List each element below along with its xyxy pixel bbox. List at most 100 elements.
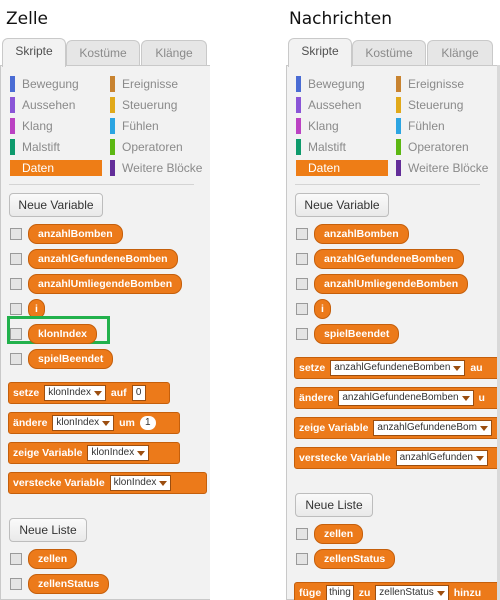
list-reporter[interactable]: zellenStatus <box>314 549 396 569</box>
tab-kostueme[interactable]: Kostüme <box>66 40 140 65</box>
variable-reporter[interactable]: anzahlBomben <box>28 224 123 244</box>
variable-dropdown[interactable]: anzahlGefundeneBomben <box>330 360 466 377</box>
category-color-swatch <box>296 76 301 92</box>
block-label: auf <box>110 387 127 399</box>
category-color-swatch <box>296 139 301 155</box>
new-list-button[interactable]: Neue Liste <box>295 493 373 517</box>
value-input[interactable]: 1 <box>139 416 156 431</box>
new-variable-button[interactable]: Neue Variable <box>295 193 389 217</box>
list-reporter[interactable]: zellenStatus <box>28 574 110 594</box>
variable-reporter[interactable]: i <box>314 299 331 319</box>
list-reporter[interactable]: zellen <box>314 524 364 544</box>
new-variable-button[interactable]: Neue Variable <box>9 193 103 217</box>
block-label: um <box>119 417 135 429</box>
tab-klaenge[interactable]: Klänge <box>427 40 493 65</box>
list-checkbox[interactable] <box>10 553 22 565</box>
set-variable-block[interactable]: setze anzahlGefundeneBomben au <box>294 357 500 379</box>
category-color-swatch <box>10 97 15 113</box>
tab-skripte[interactable]: Skripte <box>2 38 66 67</box>
block-label: verstecke Variable <box>13 477 105 489</box>
show-variable-block[interactable]: zeige Variable klonIndex <box>8 442 180 464</box>
variable-dropdown[interactable]: klonIndex <box>109 475 172 492</box>
divider <box>9 184 194 185</box>
block-label: ändere <box>13 417 48 429</box>
hide-variable-block[interactable]: verstecke Variable klonIndex <box>8 472 207 494</box>
category-color-swatch <box>10 118 15 134</box>
tab-skripte[interactable]: Skripte <box>288 38 352 67</box>
variable-dropdown[interactable]: klonIndex <box>44 385 106 402</box>
variable-dropdown[interactable]: klonIndex <box>52 415 115 432</box>
category-color-swatch <box>110 118 115 134</box>
variable-dropdown[interactable]: klonIndex <box>87 445 150 462</box>
variable-dropdown[interactable]: anzahlGefundeneBom <box>373 420 492 437</box>
block-label: au <box>470 362 483 374</box>
variable-reporter[interactable]: anzahlUmliegendeBomben <box>314 274 469 294</box>
variable-checkbox[interactable] <box>296 228 308 240</box>
list-reporter[interactable]: zellen <box>28 549 78 569</box>
value-input[interactable]: 0 <box>131 385 146 402</box>
category-color-swatch <box>296 97 301 113</box>
category-color-swatch <box>396 139 401 155</box>
blocks-palette-left: Skripte Kostüme Klänge Bewegung Ereignis… <box>0 38 210 600</box>
variable-checkbox[interactable] <box>10 303 22 315</box>
tab-bar: Skripte Kostüme Klänge <box>0 38 210 67</box>
show-variable-block[interactable]: zeige Variable anzahlGefundeneBom <box>294 417 500 439</box>
sprite-title: Nachrichten <box>289 9 392 29</box>
block-label: zu <box>358 587 371 599</box>
variable-reporter[interactable]: anzahlBomben <box>314 224 409 244</box>
tab-klaenge[interactable]: Klänge <box>141 40 207 65</box>
value-input[interactable]: thing <box>326 585 354 600</box>
variable-reporter[interactable]: spielBeendet <box>28 349 114 369</box>
variable-dropdown[interactable]: anzahlGefunden <box>395 450 488 467</box>
sprite-title: Zelle <box>6 9 49 29</box>
variable-dropdown[interactable]: anzahlGefundeneBomben <box>338 390 474 407</box>
change-variable-block[interactable]: ändere klonIndex um 1 <box>8 412 180 434</box>
list-dropdown[interactable]: zellenStatus <box>375 585 449 600</box>
list-checkbox[interactable] <box>296 528 308 540</box>
variable-reporter[interactable]: anzahlGefundeneBomben <box>28 249 178 269</box>
variable-checkbox[interactable] <box>296 303 308 315</box>
set-variable-block[interactable]: setze klonIndex auf 0 <box>8 382 170 404</box>
category-color-swatch <box>396 160 401 176</box>
variable-checkbox[interactable] <box>10 328 22 340</box>
tab-kostueme[interactable]: Kostüme <box>352 40 426 65</box>
variable-checkbox[interactable] <box>296 278 308 290</box>
category-color-swatch <box>110 97 115 113</box>
change-variable-block[interactable]: ändere anzahlGefundeneBomben u <box>294 387 500 409</box>
variable-reporter[interactable]: anzahlUmliegendeBomben <box>28 274 183 294</box>
variable-checkbox[interactable] <box>10 353 22 365</box>
add-to-list-block[interactable]: füge thing zu zellenStatus hinzu <box>294 582 500 600</box>
hide-variable-block[interactable]: verstecke Variable anzahlGefunden <box>294 447 500 469</box>
category-color-swatch <box>396 76 401 92</box>
variable-checkbox[interactable] <box>10 253 22 265</box>
variable-reporter[interactable]: klonIndex <box>28 324 98 344</box>
category-color-swatch <box>110 139 115 155</box>
variable-checkbox[interactable] <box>10 228 22 240</box>
variable-checkbox[interactable] <box>10 278 22 290</box>
category-color-swatch <box>10 76 15 92</box>
variable-reporter[interactable]: spielBeendet <box>314 324 400 344</box>
palette-body: Bewegung Ereignisse Aussehen Steuerung K… <box>0 65 210 600</box>
category-color-swatch <box>396 97 401 113</box>
blocks-palette-right: Skripte Kostüme Klänge Bewegung Ereignis… <box>286 38 500 600</box>
category-color-swatch <box>10 139 15 155</box>
variable-checkbox[interactable] <box>296 253 308 265</box>
list-checkbox[interactable] <box>10 578 22 590</box>
tab-bar: Skripte Kostüme Klänge <box>286 38 500 67</box>
new-list-button[interactable]: Neue Liste <box>9 518 87 542</box>
block-label: setze <box>299 362 326 374</box>
block-label: zeige Variable <box>299 422 369 434</box>
category-color-swatch <box>396 118 401 134</box>
list-checkbox[interactable] <box>296 553 308 565</box>
block-label: verstecke Variable <box>299 452 391 464</box>
palette-body: Bewegung Ereignisse Aussehen Steuerung K… <box>286 65 500 600</box>
block-label: füge <box>299 587 322 599</box>
variable-checkbox[interactable] <box>296 328 308 340</box>
category-color-swatch <box>110 76 115 92</box>
block-label: u <box>478 392 485 404</box>
category-color-swatch <box>296 118 301 134</box>
block-label: hinzu <box>453 587 482 599</box>
variable-reporter[interactable]: anzahlGefundeneBomben <box>314 249 464 269</box>
category-color-swatch <box>110 160 115 176</box>
block-label: ändere <box>299 392 334 404</box>
